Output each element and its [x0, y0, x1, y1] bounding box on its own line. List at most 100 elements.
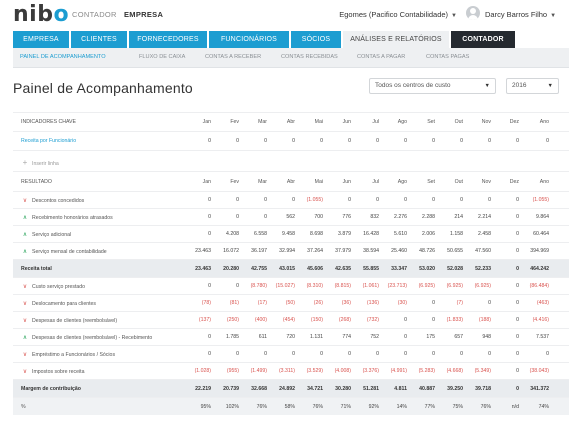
table-cell: 52.233 [475, 266, 491, 272]
table-cell: 0 [488, 197, 491, 203]
table-cell: 0 [516, 214, 519, 220]
column-header: Mai [314, 119, 323, 125]
tab-fornecedores[interactable]: FORNECEDORES [129, 31, 207, 48]
expense-row[interactable]: ∨ Deslocamento para clientes (78) (81) (17) (… [13, 294, 569, 311]
row-label-text: Receita por Funcionário [21, 138, 77, 144]
result-row[interactable]: ∧ Recebimento honorários atrasados 0 0 0 562 7… [13, 208, 569, 225]
table-cell: 102% [225, 404, 239, 410]
row-label[interactable]: Receita por Funcionário [21, 138, 76, 144]
table-cell: (150) [310, 317, 323, 323]
row-label: INDICADORES CHAVE [21, 119, 76, 125]
table-cell: (955) [226, 368, 239, 374]
table-cell: 0 [348, 197, 351, 203]
cost-center-value: Todos os centros de custo [375, 82, 451, 89]
subtab-contas-pagas[interactable]: CONTAS PAGAS [426, 54, 469, 60]
table-cell: 1.131 [310, 334, 323, 340]
table-cell: (137) [198, 317, 211, 323]
result-row[interactable]: ∧ Serviço adicional 0 4.208 6.558 9.458 8.698 3… [13, 225, 569, 242]
table-cell: 1.785 [226, 334, 239, 340]
column-header: Dez [509, 179, 519, 185]
table-cell: 4.208 [226, 231, 239, 237]
table-cell: 0 [236, 197, 239, 203]
column-header: Jul [372, 119, 379, 125]
table-cell: 0 [208, 214, 211, 220]
table-cell: 77% [424, 404, 435, 410]
table-cell: 0 [516, 248, 519, 254]
table-cell: (50) [285, 300, 295, 306]
expense-row[interactable]: ∨ Empréstimo a Funcionários / Sócios 0 0 0 0 0… [13, 345, 569, 362]
table-cell: 0 [376, 197, 379, 203]
expense-row[interactable]: ∧ Despesas de clientes (reembolsável) - R… [13, 328, 569, 345]
table-cell: 0 [516, 283, 519, 289]
add-row-button[interactable]: + Inserir linha [13, 150, 569, 171]
table-cell: 40.887 [419, 386, 435, 392]
subtab-painel[interactable]: PAINEL DE ACOMPANHAMENTO [20, 54, 106, 60]
result-row[interactable]: ∧ Serviço mensal de contabilidade 23.463 16… [13, 242, 569, 259]
subtab-fluxo-caixa[interactable]: FLUXO DE CAIXA [139, 54, 185, 60]
table-cell: (3.376) [362, 368, 379, 374]
table-cell: (268) [338, 317, 351, 323]
chevron-down-icon: ▼ [484, 83, 490, 89]
results-table: INDICADORES CHAVE Jan Fev Mar Abr Mai Jun Jul Ag… [13, 112, 569, 415]
user-menu[interactable]: Darcy Barros Filho ▼ [485, 10, 556, 19]
tab-socios[interactable]: SÓCIOS [291, 31, 341, 48]
table-cell: 53.020 [419, 266, 435, 272]
avatar[interactable] [466, 6, 480, 20]
nav-empresa[interactable]: EMPRESA [124, 10, 163, 19]
table-cell: (250) [226, 317, 239, 323]
table-cell: 37.979 [335, 248, 351, 254]
tab-empresa[interactable]: EMPRESA [13, 31, 69, 48]
cost-center-select[interactable]: Todos os centros de custo ▼ [369, 78, 496, 94]
subtab-contas-recebidas[interactable]: CONTAS RECEBIDAS [281, 54, 338, 60]
table-cell: 0 [460, 351, 463, 357]
table-cell: n/d [511, 404, 519, 410]
column-header: Ano [539, 179, 549, 185]
column-header: Dez [509, 119, 519, 125]
table-cell: 71% [340, 404, 351, 410]
row-label: ∨ Deslocamento para clientes [21, 300, 96, 307]
year-select[interactable]: 2016 ▼ [506, 78, 559, 94]
row-label: ∧ Despesas de clientes (reembolsável) - R… [21, 334, 152, 341]
table-cell: 0 [432, 317, 435, 323]
table-cell: 0 [348, 138, 351, 144]
indicator-row: Receita por Funcionário 0 0 0 0 0 0 0 0 0 0 0 0 0 [13, 131, 569, 150]
table-cell: 32.668 [251, 386, 267, 392]
tab-analises-relatorios[interactable]: ANÁLISES E RELATÓRIOS [343, 31, 449, 48]
table-cell: (78) [201, 300, 211, 306]
row-label-text: Deslocamento para clientes [32, 301, 97, 307]
expense-row[interactable]: ∨ Impostos sobre receita (1.028) (955) (1.49… [13, 362, 569, 379]
chevron-down-icon: ▼ [550, 13, 557, 19]
column-header: Nov [481, 179, 491, 185]
table-cell: (1.061) [362, 283, 379, 289]
row-label: Receita total [21, 266, 52, 272]
table-cell: 32.994 [279, 248, 295, 254]
expense-row[interactable]: ∨ Custo serviço prestado 0 0 (8.780) (15.027)… [13, 277, 569, 294]
table-cell: (4.008) [334, 368, 351, 374]
result-row[interactable]: ∨ Descontos concedidos 0 0 0 0 (1.055) 0 0 0 0 0 0 0 (… [13, 191, 569, 208]
table-cell: (17) [257, 300, 267, 306]
table-cell: 39.718 [475, 386, 491, 392]
table-cell: (5.349) [474, 368, 491, 374]
table-cell: (8.780) [250, 283, 267, 289]
table-cell: (1.499) [250, 368, 267, 374]
nav-contador[interactable]: CONTADOR [72, 10, 117, 19]
expense-row[interactable]: ∨ Despesas de clientes (reembolsável) (137… [13, 311, 569, 328]
table-cell: 42.755 [251, 266, 267, 272]
table-cell: 341.372 [530, 386, 549, 392]
company-selector[interactable]: Egomes (Pacifico Contabilidade) ▼ [339, 10, 457, 19]
table-cell: 0 [516, 317, 519, 323]
table-cell: 24.892 [279, 386, 295, 392]
tab-clientes[interactable]: CLIENTES [71, 31, 127, 48]
subtab-contas-pagar[interactable]: CONTAS A PAGAR [357, 54, 405, 60]
row-label: ∨ Custo serviço prestado [21, 283, 85, 290]
nibo-logo[interactable]: nibo [13, 2, 69, 27]
table-cell: 832 [370, 214, 379, 220]
subtab-contas-receber[interactable]: CONTAS A RECEBER [205, 54, 261, 60]
table-cell: 45.606 [307, 266, 323, 272]
table-cell: 5.610 [394, 231, 407, 237]
tab-contador[interactable]: CONTADOR [451, 31, 515, 48]
tab-funcionarios[interactable]: FUNCIONÁRIOS [209, 31, 289, 48]
plus-icon: + [22, 158, 28, 167]
table-cell: 0 [516, 334, 519, 340]
table-cell: (3.311) [278, 368, 295, 374]
